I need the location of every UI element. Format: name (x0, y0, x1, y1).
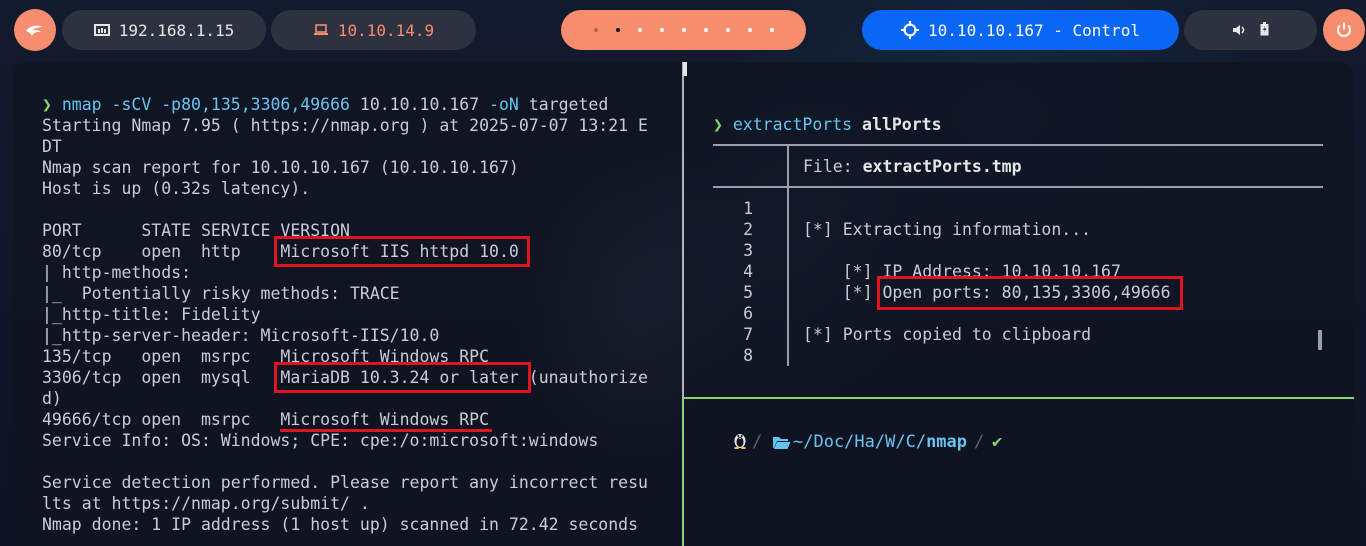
output-line: |_http-server-header: Microsoft-IIS/10.0 (42, 326, 440, 345)
workspace-4[interactable] (659, 28, 664, 32)
nmap-command-line: ❯ nmap -sCV -p80,135,3306,49666 10.10.10… (42, 94, 608, 115)
highlight-box-mariadb (274, 362, 531, 393)
line-number: 2 (743, 220, 753, 239)
folder-open-icon (772, 435, 791, 450)
output-line: | http-methods: (42, 263, 192, 282)
file-header-separator-bottom (713, 186, 1323, 188)
laptop-icon (313, 24, 329, 36)
highlight-box-open-ports (877, 276, 1183, 310)
file-label: File: (803, 157, 863, 176)
prompt-path-segment: ~/Doc/Ha/W/C/nmap (772, 431, 967, 453)
output-line: lts at https://nmap.org/submit/ . (42, 494, 370, 513)
output-line: DT (42, 137, 62, 156)
extractports-command-line: ❯ extractPorts allPorts (713, 114, 942, 135)
target-text: 10.10.10.167 - Control (928, 20, 1140, 40)
crosshair-icon (901, 21, 920, 39)
line-number: 3 (743, 241, 753, 260)
pane-divider-active[interactable] (682, 398, 684, 546)
output-line: |_ Potentially risky methods: TRACE (42, 284, 400, 303)
workspace-switcher[interactable] (561, 10, 806, 50)
scrollbar-thumb[interactable] (1318, 330, 1322, 350)
highlight-box-iis (274, 236, 530, 267)
prompt-separator: / (974, 432, 985, 452)
command-output-flag: -oN (479, 95, 519, 114)
prompt-arrow: ❯ (42, 95, 52, 114)
prompt-arrow: ❯ (713, 115, 723, 134)
line-number: 4 (743, 262, 753, 281)
debian-swirl-icon (26, 25, 43, 36)
command-name: extractPorts (732, 115, 853, 134)
target-indicator[interactable]: 10.10.10.167 - Control (862, 10, 1179, 50)
terminal-pane-right-bottom[interactable] (684, 398, 1354, 546)
command-name: nmap (61, 95, 102, 114)
command-args: -sCV -p80,135,3306,49666 (101, 95, 350, 114)
output-line: 49666/tcp open msrpc Microsoft Windows R… (42, 410, 490, 429)
prompt-path-prefix: ~/Doc/Ha/W/C/ (793, 432, 927, 452)
output-line: Host is up (0.32s latency). (42, 179, 311, 198)
launcher-button[interactable] (14, 9, 56, 51)
local-ip-indicator[interactable]: 192.168.1.15 (62, 10, 266, 50)
output-line: Nmap scan report for 10.10.10.167 (10.10… (42, 158, 519, 177)
output-line: d) (42, 389, 62, 408)
workspace-2[interactable] (615, 28, 620, 32)
line-number: 7 (743, 325, 753, 344)
highlight-underline-rpc (280, 429, 492, 432)
output-line: Service detection performed. Please repo… (42, 473, 648, 492)
file-header-gutter-separator (787, 144, 789, 188)
output-line: Starting Nmap 7.95 ( https://nmap.org ) … (42, 116, 648, 135)
line-number: 1 (743, 199, 753, 218)
vpn-ip-text: 10.10.14.9 (337, 20, 435, 40)
line-number-gutter-separator (787, 186, 789, 366)
pane-divider-horizontal[interactable] (684, 397, 1354, 399)
file-content-line: [*] Extracting information... (803, 220, 1092, 239)
pane-border-marker (683, 62, 687, 76)
workspace-6[interactable] (703, 28, 708, 32)
power-button[interactable] (1323, 9, 1365, 51)
output-line: Service Info: OS: Windows; CPE: cpe:/o:m… (42, 431, 599, 450)
line-number: 8 (743, 346, 753, 365)
command-output-file: targeted (518, 95, 609, 114)
workspace-5[interactable] (681, 28, 686, 32)
network-icon (93, 23, 110, 37)
prompt-os-segment (732, 431, 748, 453)
system-tray[interactable] (1184, 10, 1317, 50)
file-name: extractPorts.tmp (862, 157, 1022, 176)
prompt-separator: / (752, 432, 763, 452)
file-header: File: extractPorts.tmp (803, 156, 1022, 177)
output-line: |_http-title: Fidelity (42, 305, 261, 324)
workspace-3[interactable] (637, 28, 642, 32)
volume-icon[interactable] (1232, 21, 1246, 40)
prompt-path-current: nmap (926, 432, 968, 452)
workspace-8[interactable] (747, 28, 752, 32)
workspace-1[interactable] (593, 28, 598, 32)
workspace-9[interactable] (769, 28, 774, 32)
prompt-status-ok: ✔ (992, 432, 1003, 452)
power-icon (1337, 22, 1351, 37)
battery-icon[interactable] (1260, 21, 1269, 40)
linux-penguin-icon (732, 431, 748, 454)
command-target: 10.10.10.167 (349, 95, 480, 114)
file-header-separator-top (713, 144, 1323, 146)
vpn-ip-indicator[interactable]: 10.10.14.9 (271, 10, 476, 50)
line-number: 6 (743, 304, 753, 323)
local-ip-text: 192.168.1.15 (118, 20, 235, 40)
command-argument: allPorts (862, 115, 942, 134)
file-content-line: [*] Ports copied to clipboard (803, 325, 1092, 344)
workspace-7[interactable] (725, 28, 730, 32)
output-line: Nmap done: 1 IP address (1 host up) scan… (42, 515, 639, 534)
line-number: 5 (743, 283, 753, 302)
